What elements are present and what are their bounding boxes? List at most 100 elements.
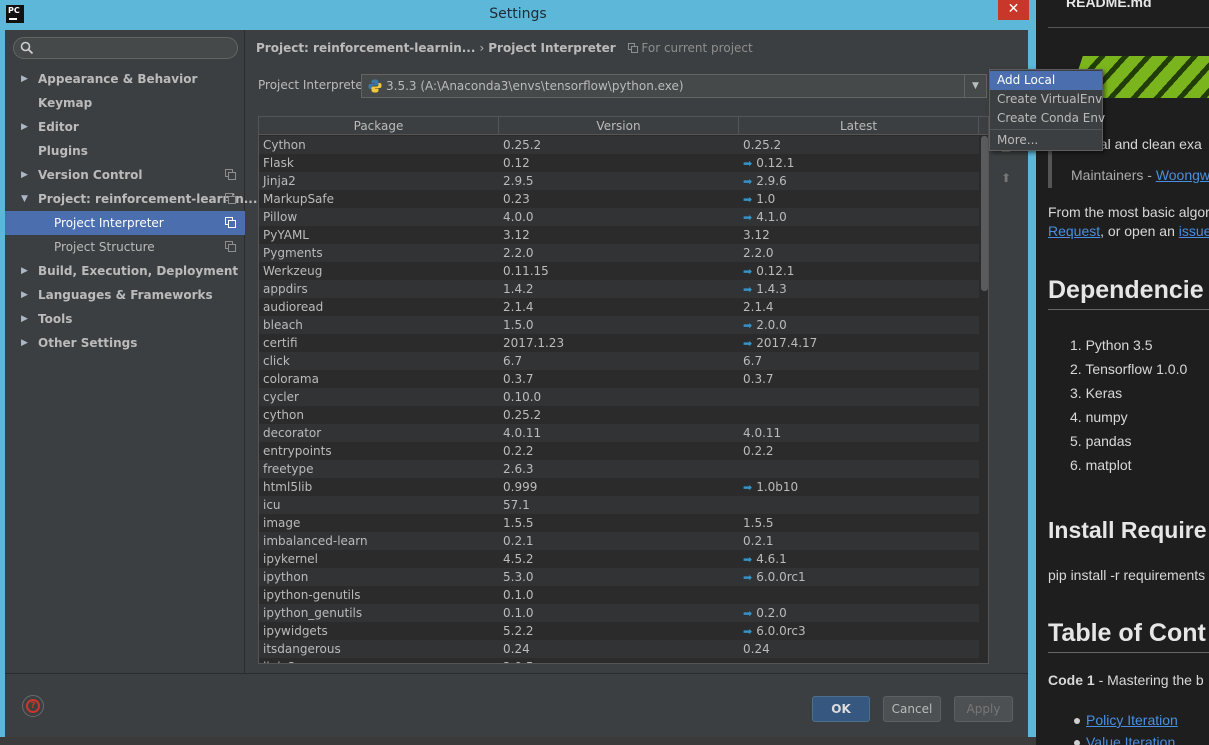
menu-item-create-conda-env[interactable]: Create Conda Env	[990, 109, 1105, 128]
toc-link[interactable]: Value Iteration	[1086, 734, 1175, 745]
upgrade-package-icon[interactable]: ⬆	[996, 168, 1016, 188]
expand-arrow-icon[interactable]: ▶	[21, 259, 31, 283]
sidebar-item-plugins[interactable]: Plugins	[5, 139, 245, 163]
sidebar-item-languages-frameworks[interactable]: ▶ Languages & Frameworks	[5, 283, 245, 307]
latest-version: 4.6.1	[756, 552, 787, 566]
expand-arrow-icon[interactable]: ▶	[21, 283, 31, 307]
table-row[interactable]: freetype 2.6.3	[259, 460, 979, 478]
paragraph-text: , or open an	[1100, 223, 1179, 239]
menu-item-more[interactable]: More...	[990, 131, 1102, 150]
table-row[interactable]: PyYAML 3.12 3.12	[259, 226, 979, 244]
column-header-package[interactable]: Package	[259, 117, 499, 135]
paragraph-line-2: Request, or open an issue	[1048, 223, 1209, 239]
table-row[interactable]: certifi 2017.1.23 ➡ 2017.4.17	[259, 334, 979, 352]
collapse-arrow-icon[interactable]: ▼	[21, 187, 31, 211]
search-input[interactable]	[13, 37, 238, 59]
sidebar-item-project-reinforcement-learnin[interactable]: ▼ Project: reinforcement-learnin...	[5, 187, 257, 211]
table-row[interactable]: audioread 2.1.4 2.1.4	[259, 298, 979, 316]
toc-item: Policy Iteration	[1074, 712, 1178, 728]
title-bar[interactable]: PC Settings ✕	[0, 0, 1036, 30]
expand-arrow-icon[interactable]: ▶	[21, 163, 31, 187]
table-row[interactable]: bleach 1.5.0 ➡ 2.0.0	[259, 316, 979, 334]
issue-link[interactable]: issue	[1179, 223, 1209, 239]
table-row[interactable]: Flask 0.12 ➡ 0.12.1	[259, 154, 979, 172]
sidebar-item-label: Appearance & Behavior	[38, 72, 198, 86]
apply-button[interactable]: Apply	[954, 696, 1013, 722]
breadcrumb: Project: reinforcement-learnin... › Projec…	[256, 41, 753, 55]
package-name: ipython_genutils	[263, 606, 363, 620]
table-row[interactable]: imbalanced-learn 0.2.1 0.2.1	[259, 532, 979, 550]
package-name: Jinja2	[263, 174, 296, 188]
column-header-version[interactable]: Version	[499, 117, 739, 135]
ok-button[interactable]: OK	[812, 696, 870, 722]
help-button[interactable]: ?	[22, 695, 44, 717]
sidebar-item-label: Keymap	[38, 96, 93, 110]
table-row[interactable]: entrypoints 0.2.2 0.2.2	[259, 442, 979, 460]
menu-item-add-local[interactable]: Add Local	[990, 71, 1102, 90]
table-row[interactable]: appdirs 1.4.2 ➡ 1.4.3	[259, 280, 979, 298]
maintainers-link[interactable]: Woongw	[1156, 167, 1209, 183]
readme-tab[interactable]: README.md	[1066, 0, 1152, 10]
table-row[interactable]: jinja2 2.9.5	[259, 658, 979, 663]
table-row[interactable]: Cython 0.25.2 0.25.2	[259, 136, 979, 154]
sidebar-item-project-structure[interactable]: Project Structure	[5, 235, 245, 259]
cancel-button[interactable]: Cancel	[883, 696, 941, 722]
dependency-item: 2. Tensorflow 1.0.0	[1070, 361, 1188, 377]
table-row[interactable]: image 1.5.5 1.5.5	[259, 514, 979, 532]
sidebar-item-editor[interactable]: ▶ Editor	[5, 115, 245, 139]
sidebar-item-other-settings[interactable]: ▶ Other Settings	[5, 331, 245, 355]
vertical-scrollbar[interactable]	[980, 136, 988, 663]
toc-link[interactable]: Policy Iteration	[1086, 712, 1178, 728]
dialog-content: ▶ Appearance & Behavior Keymap ▶ Editor Plugi…	[5, 30, 1028, 737]
expand-arrow-icon[interactable]: ▶	[21, 67, 31, 91]
package-version: 5.3.0	[503, 570, 534, 584]
expand-arrow-icon[interactable]: ▶	[21, 115, 31, 139]
scrollbar-thumb[interactable]	[981, 136, 988, 291]
sidebar-item-tools[interactable]: ▶ Tools	[5, 307, 245, 331]
package-name: ipykernel	[263, 552, 319, 566]
table-body: Cython 0.25.2 0.25.2 Flask 0.12 ➡ 0.12.1 Jinja2…	[259, 136, 979, 663]
table-row[interactable]: ipython_genutils 0.1.0 ➡ 0.2.0	[259, 604, 979, 622]
table-row[interactable]: ipython 5.3.0 ➡ 6.0.0rc1	[259, 568, 979, 586]
table-row[interactable]: ipywidgets 5.2.2 ➡ 6.0.0rc3	[259, 622, 979, 640]
table-row[interactable]: Pygments 2.2.0 2.2.0	[259, 244, 979, 262]
toc-heading: Table of Cont	[1048, 619, 1206, 647]
table-row[interactable]: ipython-genutils 0.1.0	[259, 586, 979, 604]
code1-label: Code 1	[1048, 672, 1095, 688]
package-version: 0.24	[503, 642, 530, 656]
table-row[interactable]: cycler 0.10.0	[259, 388, 979, 406]
table-row[interactable]: click 6.7 6.7	[259, 352, 979, 370]
table-row[interactable]: colorama 0.3.7 0.3.7	[259, 370, 979, 388]
table-row[interactable]: ipykernel 4.5.2 ➡ 4.6.1	[259, 550, 979, 568]
table-row[interactable]: cython 0.25.2	[259, 406, 979, 424]
latest-version: 0.2.1	[743, 534, 774, 548]
menu-item-create-virtualenv[interactable]: Create VirtualEnv	[990, 90, 1102, 109]
close-button[interactable]: ✕	[998, 0, 1029, 20]
interpreter-select[interactable]: 3.5.3 (A:\Anaconda3\envs\tensorflow\pyth…	[361, 74, 987, 98]
table-row[interactable]: icu 57.1	[259, 496, 979, 514]
column-header-latest[interactable]: Latest	[739, 117, 979, 135]
dropdown-arrow-icon[interactable]: ▼	[964, 75, 986, 97]
table-row[interactable]: MarkupSafe 0.23 ➡ 1.0	[259, 190, 979, 208]
expand-arrow-icon[interactable]: ▶	[21, 331, 31, 355]
sidebar-item-keymap[interactable]: Keymap	[5, 91, 245, 115]
sidebar-item-version-control[interactable]: ▶ Version Control	[5, 163, 245, 187]
package-name: cython	[263, 408, 304, 422]
pull-request-link[interactable]: Request	[1048, 223, 1100, 239]
table-row[interactable]: decorator 4.0.11 4.0.11	[259, 424, 979, 442]
table-row[interactable]: html5lib 0.999 ➡ 1.0b10	[259, 478, 979, 496]
package-name: freetype	[263, 462, 314, 476]
package-name: Cython	[263, 138, 306, 152]
expand-arrow-icon[interactable]: ▶	[21, 307, 31, 331]
table-row[interactable]: itsdangerous 0.24 0.24	[259, 640, 979, 658]
latest-version: 0.12.1	[756, 264, 795, 278]
sidebar-item-build-execution-deployment[interactable]: ▶ Build, Execution, Deployment	[5, 259, 245, 283]
table-row[interactable]: Jinja2 2.9.5 ➡ 2.9.6	[259, 172, 979, 190]
upgrade-arrow-icon: ➡	[743, 625, 753, 638]
table-row[interactable]: Pillow 4.0.0 ➡ 4.1.0	[259, 208, 979, 226]
table-row[interactable]: Werkzeug 0.11.15 ➡ 0.12.1	[259, 262, 979, 280]
sidebar-item-appearance-behavior[interactable]: ▶ Appearance & Behavior	[5, 67, 245, 91]
close-icon: ✕	[1007, 1, 1020, 17]
package-version: 0.2.1	[503, 534, 534, 548]
sidebar-item-project-interpreter[interactable]: Project Interpreter	[5, 211, 245, 235]
